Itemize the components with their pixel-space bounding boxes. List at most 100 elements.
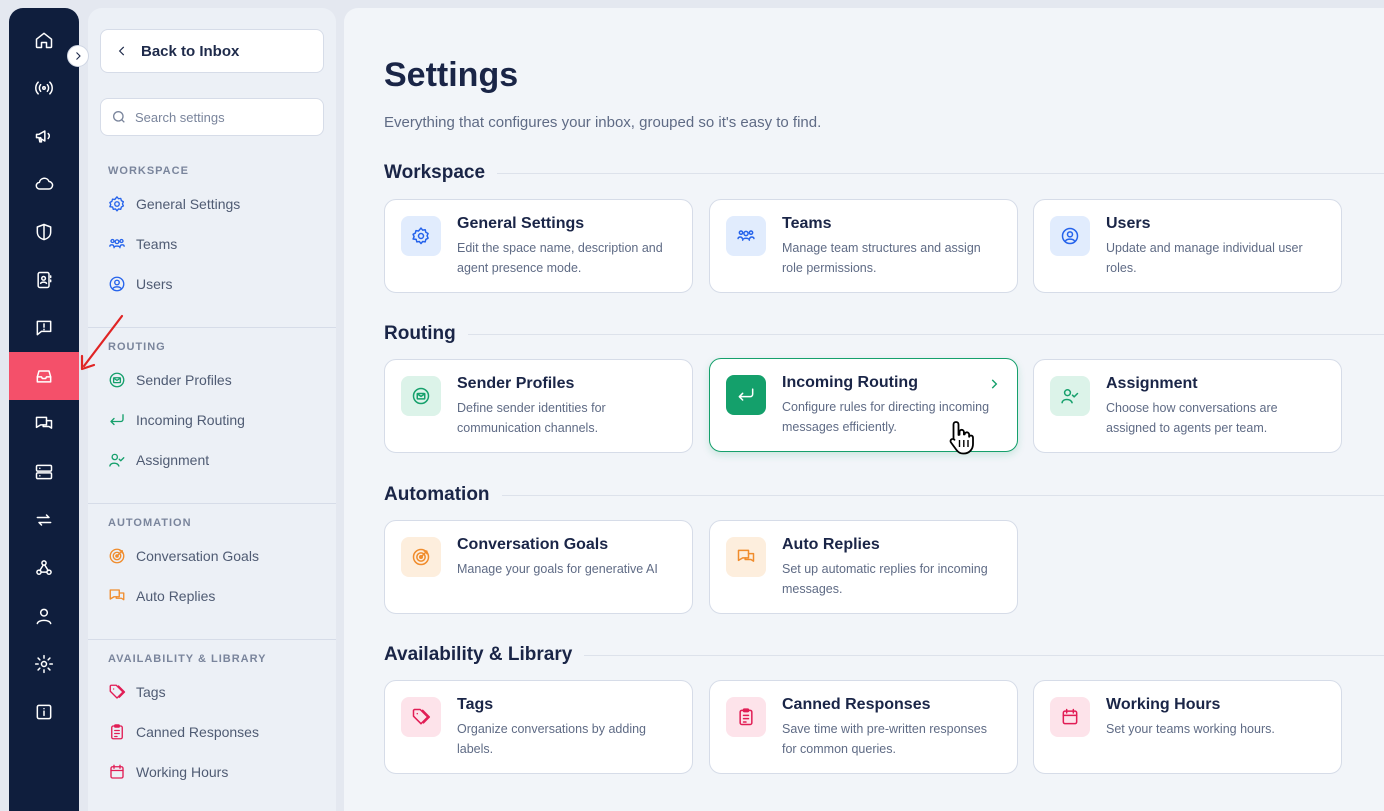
group-label-availability-library: AVAILABILITY & LIBRARY [108, 653, 267, 665]
sidebar-item-tags[interactable]: Tags [108, 680, 166, 704]
settings-main: Settings Everything that configures your… [344, 8, 1384, 811]
sidebar-item-users[interactable]: Users [108, 272, 173, 296]
rail-settings[interactable] [9, 640, 79, 688]
section-header-availability-library: Availability & Library [384, 643, 1384, 667]
megaphone-icon [35, 130, 51, 143]
gear-icon [109, 196, 125, 212]
card-working-hours[interactable]: Working Hours Set your teams working hou… [1033, 680, 1342, 774]
target-icon [109, 548, 125, 564]
rail-contacts[interactable] [9, 256, 79, 304]
card-icon-box [726, 216, 766, 256]
card-teams[interactable]: Teams Manage team structures and assign … [709, 199, 1018, 293]
sidebar-item-label: Working Hours [136, 764, 229, 780]
card-title: Working Hours [1106, 696, 1221, 713]
user-circle-icon [109, 276, 125, 292]
rail-broadcast[interactable] [9, 64, 79, 112]
card-users[interactable]: Users Update and manage individual user … [1033, 199, 1342, 293]
card-description: Edit the space name, description and age… [457, 241, 663, 275]
card-tags[interactable]: Tags Organize conversations by adding la… [384, 680, 693, 774]
cloud-icon [35, 177, 54, 190]
card-description: Save time with pre-written responses for… [782, 722, 987, 756]
message-alert-icon [36, 320, 52, 336]
info-icon [36, 704, 52, 720]
sidebar-item-teams[interactable]: Teams [108, 232, 177, 256]
card-description: Set your teams working hours. [1106, 722, 1275, 736]
rail-info[interactable] [9, 688, 79, 736]
card-title: Canned Responses [782, 696, 931, 713]
card-assignment[interactable]: Assignment Choose how conversations are … [1033, 359, 1342, 453]
settings-sidebar: Back to Inbox WORKSPACE General Settings… [88, 8, 336, 811]
sidebar-item-incoming-routing[interactable]: Incoming Routing [108, 408, 245, 432]
user-check-icon [109, 453, 125, 467]
chevron-right-icon [987, 377, 1001, 391]
icon-rail [9, 8, 79, 811]
rail-conversations[interactable] [9, 400, 79, 448]
sidebar-item-label: Canned Responses [136, 724, 259, 740]
rail-storage[interactable] [9, 448, 79, 496]
return-arrow-icon [738, 388, 754, 401]
rail-feedback[interactable] [9, 304, 79, 352]
rail-webhooks[interactable] [9, 544, 79, 592]
sidebar-item-auto-replies[interactable]: Auto Replies [108, 584, 215, 608]
rail-cloud[interactable] [9, 160, 79, 208]
card-auto-replies[interactable]: Auto Replies Set up automatic replies fo… [709, 520, 1018, 614]
card-title: Users [1106, 215, 1151, 232]
chat-bubbles-icon [35, 416, 53, 429]
calendar-icon [110, 764, 124, 779]
card-title: Conversation Goals [457, 536, 609, 553]
rail-security[interactable] [9, 208, 79, 256]
card-description: Choose how conversations are assigned to… [1106, 401, 1278, 435]
card-title: Incoming Routing [782, 374, 918, 391]
rail-profile[interactable] [9, 592, 79, 640]
sidebar-item-label: Users [136, 276, 173, 292]
card-title: Tags [457, 696, 494, 713]
sidebar-item-general-settings[interactable]: General Settings [108, 192, 240, 216]
hand-cursor-icon [949, 421, 974, 455]
back-button-label: Back to Inbox [141, 42, 240, 60]
divider [88, 639, 336, 640]
card-icon-box [1050, 216, 1090, 256]
shield-icon [36, 223, 52, 241]
rail-sync[interactable] [9, 496, 79, 544]
clipboard-icon [111, 724, 123, 740]
sidebar-item-working-hours[interactable]: Working Hours [108, 760, 228, 784]
group-label-workspace: WORKSPACE [108, 165, 189, 177]
page-title: Settings [384, 56, 519, 94]
card-general-settings[interactable]: General Settings Edit the space name, de… [384, 199, 693, 293]
card-sender-profiles[interactable]: Sender Profiles Define sender identities… [384, 359, 693, 453]
tag-icon [412, 708, 431, 725]
sidebar-item-canned-responses[interactable]: Canned Responses [108, 720, 259, 744]
section-title: Availability & Library [384, 644, 573, 665]
sidebar-item-conversation-goals[interactable]: Conversation Goals [108, 544, 259, 568]
sync-arrows-icon [36, 514, 52, 526]
gear-icon [34, 654, 54, 674]
back-to-inbox-button[interactable]: Back to Inbox [100, 29, 324, 73]
contact-book-icon [37, 271, 52, 289]
target-icon [412, 548, 430, 566]
page-subtitle: Everything that configures your inbox, g… [384, 114, 822, 131]
sidebar-item-label: Sender Profiles [136, 372, 232, 388]
rail-inbox[interactable] [9, 352, 79, 400]
search-settings[interactable] [100, 98, 324, 136]
sidebar-item-label: Teams [136, 236, 178, 252]
sidebar-item-label: General Settings [136, 196, 241, 212]
rail-campaigns[interactable] [9, 112, 79, 160]
card-icon-box [401, 537, 441, 577]
chat-bubbles-icon [737, 549, 755, 562]
expand-sidebar-button[interactable] [67, 45, 89, 67]
card-conversation-goals[interactable]: Conversation Goals Manage your goals for… [384, 520, 693, 614]
card-description: Manage team structures and assign role p… [782, 241, 981, 275]
card-icon-box [401, 216, 441, 256]
broadcast-icon [35, 81, 53, 95]
search-input[interactable] [135, 109, 315, 125]
card-canned-responses[interactable]: Canned Responses Save time with pre-writ… [709, 680, 1018, 774]
section-title: Automation [384, 484, 490, 505]
sidebar-item-label: Conversation Goals [136, 548, 259, 564]
sidebar-item-assignment[interactable]: Assignment [108, 448, 209, 472]
sidebar-item-label: Incoming Routing [136, 412, 245, 428]
group-label-automation: AUTOMATION [108, 517, 192, 529]
clipboard-icon [739, 708, 753, 726]
section-header-workspace: Workspace [384, 161, 1384, 185]
card-icon-box [1050, 376, 1090, 416]
sidebar-item-label: Tags [136, 684, 166, 700]
